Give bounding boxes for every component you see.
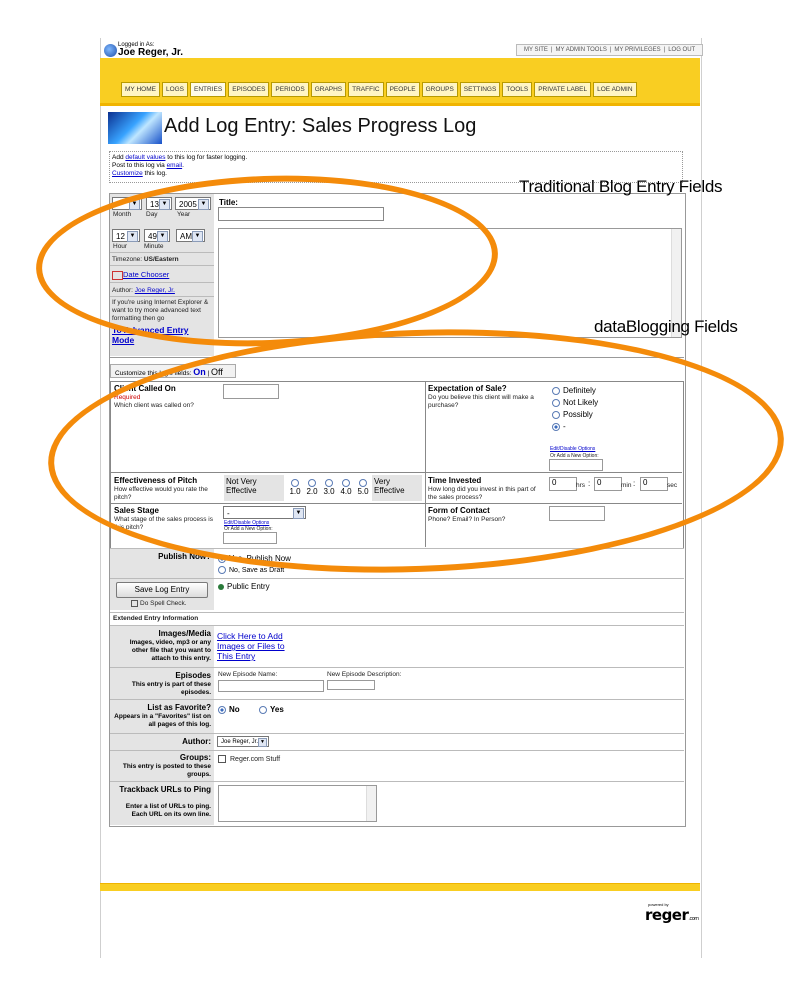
divider xyxy=(110,750,684,751)
divider xyxy=(110,612,684,613)
tab-periods[interactable]: PERIODS xyxy=(271,82,309,97)
top-links: MY SITE | MY ADMIN TOOLS | MY PRIVILEGES | LOG… xyxy=(516,44,704,56)
divider xyxy=(110,699,684,700)
link-log-out[interactable]: LOG OUT xyxy=(665,47,698,53)
images-desc: Images, video, mp3 or any other file tha… xyxy=(129,639,211,662)
divider xyxy=(110,578,684,579)
groups-desc: This entry is posted to these groups. xyxy=(122,763,211,778)
radio-selected-icon xyxy=(218,705,226,714)
globe-icon xyxy=(104,44,117,57)
new-episode-name-input[interactable] xyxy=(218,680,324,692)
checkbox-icon xyxy=(131,600,138,607)
tab-logs[interactable]: LOGS xyxy=(161,82,189,97)
divider xyxy=(110,733,684,734)
trackback-textarea[interactable] xyxy=(218,785,377,822)
spell-check-option[interactable]: Do Spell Check. xyxy=(131,600,187,607)
new-episode-desc-label: New Episode Description: xyxy=(327,671,402,678)
tab-groups[interactable]: GROUPS xyxy=(421,82,458,97)
favorite-yes-option[interactable]: Yes xyxy=(259,705,284,714)
username: Joe Reger, Jr. xyxy=(118,47,184,58)
radio-icon xyxy=(259,705,267,714)
link-my-site[interactable]: MY SITE xyxy=(521,47,551,53)
author-select[interactable]: Joe Reger, Jr. ▼ xyxy=(217,736,269,747)
radio-icon xyxy=(218,566,226,574)
divider xyxy=(110,781,684,782)
extended-header: Extended Entry Information xyxy=(113,615,199,622)
new-episode-name-label: New Episode Name: xyxy=(218,671,278,678)
tab-settings[interactable]: SETTINGS xyxy=(459,82,501,97)
email-link[interactable]: email xyxy=(167,162,183,169)
datablogging-fields-annotation: dataBlogging Fields xyxy=(594,317,738,336)
divider xyxy=(110,667,684,668)
checkbox-icon xyxy=(218,755,226,763)
customize-link[interactable]: Customize xyxy=(112,170,143,177)
chevron-down-icon: ▼ xyxy=(258,738,267,747)
tab-traffic[interactable]: TRAFFIC xyxy=(348,82,384,97)
public-entry-option[interactable]: Public Entry xyxy=(218,582,270,591)
traditional-fields-annotation: Traditional Blog Entry Fields xyxy=(519,177,723,196)
tab-my-home[interactable]: MY HOME xyxy=(121,82,160,97)
default-values-link[interactable]: default values xyxy=(125,154,165,161)
tab-episodes[interactable]: EPISODES xyxy=(228,82,270,97)
nav-tabs: MY HOME LOGS ENTRIES EPISODES PERIODS GR… xyxy=(121,82,637,97)
episodes-desc: This entry is part of these episodes. xyxy=(131,681,211,696)
link-my-admin-tools[interactable]: MY ADMIN TOOLS xyxy=(552,47,609,53)
episodes-label: Episodes xyxy=(175,671,211,680)
page-title: Add Log Entry: Sales Progress Log xyxy=(164,115,477,137)
trackback-desc: Enter a list of URLs to ping. Each URL o… xyxy=(125,803,211,818)
footer-band xyxy=(100,883,700,891)
public-globe-icon xyxy=(218,583,224,590)
tab-private-label[interactable]: PRIVATE LABEL xyxy=(534,82,592,97)
author-label: Author: xyxy=(182,737,211,746)
trackback-label: Trackback URLs to Ping xyxy=(119,785,211,794)
images-label: Images/Media xyxy=(158,629,211,638)
tab-graphs[interactable]: GRAPHS xyxy=(310,82,347,97)
favorite-desc: Appears in a "Favorites" list on all pag… xyxy=(114,713,211,728)
scrollbar[interactable] xyxy=(366,786,376,821)
new-episode-desc-input[interactable] xyxy=(327,680,375,690)
tab-loe-admin[interactable]: LOE ADMIN xyxy=(593,82,637,97)
save-log-entry-button[interactable]: Save Log Entry xyxy=(116,582,208,598)
group-reger-stuff[interactable]: Reger.com Stuff xyxy=(218,755,280,763)
tab-tools[interactable]: TOOLS xyxy=(502,82,533,97)
tab-people[interactable]: PEOPLE xyxy=(385,82,420,97)
favorite-label: List as Favorite? xyxy=(147,703,211,712)
add-images-link[interactable]: Click Here to Add Images or Files to Thi… xyxy=(217,631,301,661)
divider xyxy=(110,625,684,626)
link-my-privileges[interactable]: MY PRIVILEGES xyxy=(611,47,663,53)
tab-entries[interactable]: ENTRIES xyxy=(190,82,227,97)
log-banner-icon xyxy=(108,112,162,144)
favorite-no-option[interactable]: No xyxy=(218,705,240,714)
groups-label: Groups: xyxy=(179,753,211,762)
reger-logo: reger.com xyxy=(645,906,699,924)
